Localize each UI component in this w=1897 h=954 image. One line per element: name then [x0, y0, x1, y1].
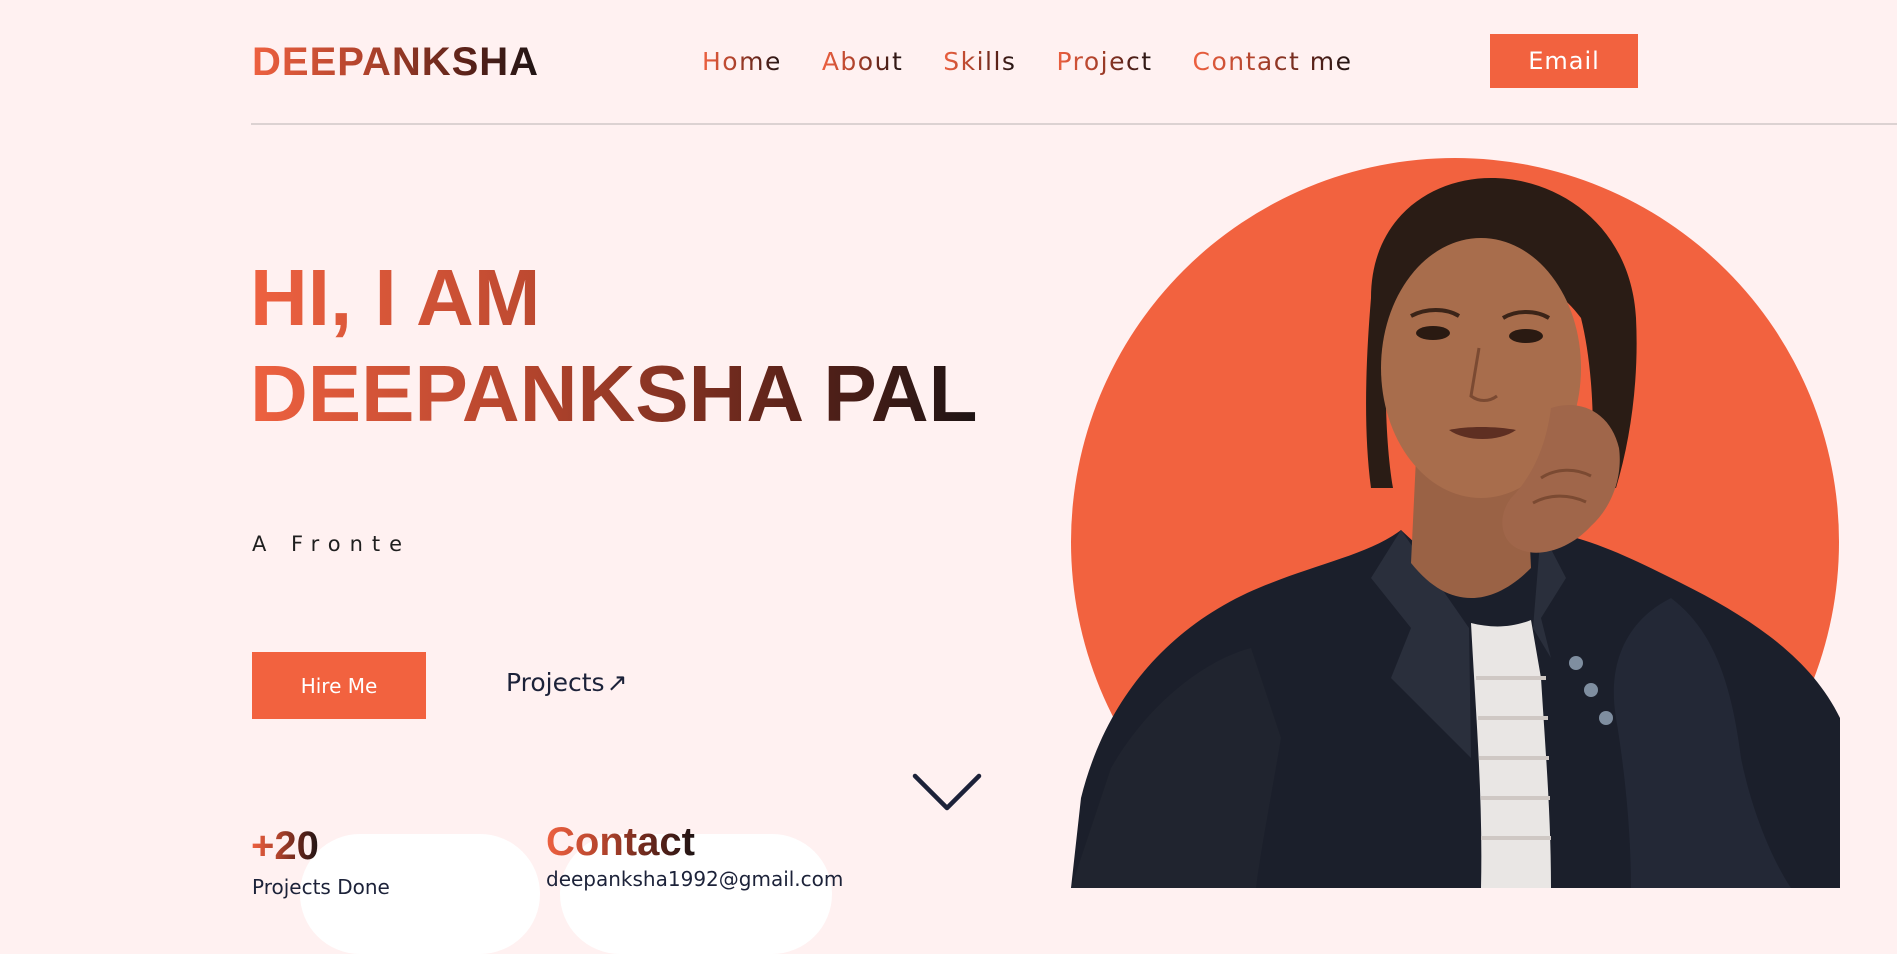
- email-button[interactable]: Email: [1490, 34, 1638, 88]
- nav-project[interactable]: Project: [1056, 44, 1152, 80]
- chevron-down-icon[interactable]: [912, 772, 982, 818]
- header-divider: [251, 123, 1897, 125]
- nav-home[interactable]: Home: [702, 44, 782, 80]
- nav-skills[interactable]: Skills: [943, 44, 1016, 80]
- arrow-up-right-icon: ↗: [606, 668, 628, 697]
- hero-title-line1: HI, I AM: [250, 250, 977, 346]
- projects-link[interactable]: Projects ↗: [506, 668, 628, 697]
- profile-portrait: [1071, 158, 1840, 926]
- contact-heading: Contact: [546, 820, 695, 864]
- nav-about[interactable]: About: [822, 44, 903, 80]
- projects-count-label: Projects Done: [252, 875, 390, 899]
- hero-title-line2: DEEPANKSHA PAL: [250, 346, 977, 442]
- contact-email[interactable]: deepanksha1992@gmail.com: [546, 866, 843, 892]
- hire-me-button[interactable]: Hire Me: [252, 652, 426, 719]
- main-nav: Home About Skills Project Contact me: [702, 44, 1352, 80]
- site-header: DEEPANKSHA Home About Skills Project Con…: [0, 0, 1897, 125]
- site-logo[interactable]: DEEPANKSHA: [252, 38, 539, 86]
- hero-title: HI, I AM DEEPANKSHA PAL: [250, 250, 977, 442]
- nav-contact[interactable]: Contact me: [1193, 44, 1353, 80]
- projects-link-label: Projects: [506, 668, 605, 697]
- profile-portrait-illustration: [1071, 158, 1840, 926]
- projects-count: +20: [251, 824, 319, 868]
- hero-subtitle: A Fronte: [252, 532, 412, 556]
